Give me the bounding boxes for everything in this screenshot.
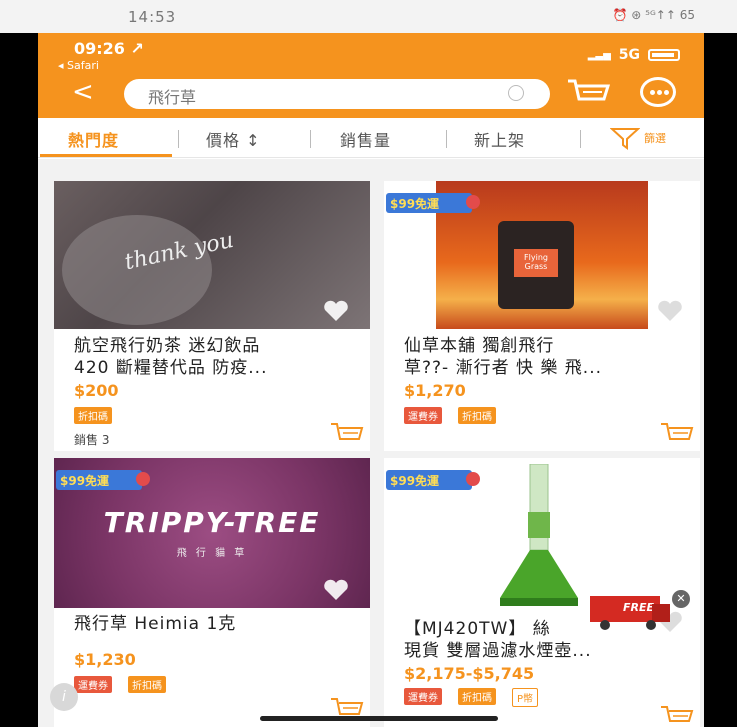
search-input[interactable]: 飛行草 [124, 79, 550, 109]
cart-icon[interactable] [566, 77, 610, 109]
chat-icon[interactable] [640, 77, 676, 107]
network-label: 5G [618, 47, 640, 63]
truck-label: FREE [590, 596, 660, 622]
sold-count: 銷售 3 [74, 433, 110, 447]
product-card[interactable]: Flying Grass $99免運 仙草本舖 獨創飛行 草??- 漸行者 快 … [384, 181, 700, 451]
tab-new[interactable]: 新上架 [474, 127, 525, 151]
battery-icon [648, 49, 680, 61]
tab-divider [580, 130, 581, 148]
product-title-line2: 420 斷糧替代品 防疫... [74, 358, 268, 378]
filter-button[interactable]: 篩選 [610, 126, 666, 150]
truck-cab [652, 604, 670, 622]
product-bag: Flying Grass [498, 221, 574, 309]
add-to-cart-icon[interactable] [330, 421, 364, 445]
product-title: 飛行草 Heimia 1克 [74, 614, 237, 634]
tab-divider [178, 130, 179, 148]
funnel-icon [610, 128, 640, 150]
product-price: $200 [74, 381, 119, 400]
coupon-tag: 折扣碼 [74, 407, 112, 424]
product-card[interactable]: TRIPPY-TREE 飛 行 貓 草 $99免運 飛行草 Heimia 1克 … [54, 458, 370, 727]
add-to-cart-icon[interactable] [660, 421, 694, 445]
device-time: 14:53 [128, 8, 177, 26]
close-icon[interactable]: ✕ [672, 590, 690, 608]
shipping-coupon-tag: 運費券 [404, 688, 442, 705]
tab-price[interactable]: 價格 ↕ [206, 127, 261, 151]
tab-divider [446, 130, 447, 148]
filter-label: 篩選 [644, 132, 666, 145]
search-value: 飛行草 [148, 88, 197, 107]
back-to-safari[interactable]: ◂ Safari [58, 59, 99, 72]
image-brand: TRIPPY-TREE [103, 506, 321, 539]
inner-time: 09:26 ↗ [74, 39, 144, 58]
shipping-coupon-tag: 運費券 [74, 676, 112, 693]
info-icon[interactable]: i [50, 683, 78, 711]
heart-icon[interactable] [656, 299, 684, 323]
product-price: $2,175-$5,745 [404, 664, 535, 683]
free-shipping-badge: $99免運 [56, 470, 150, 490]
free-delivery-truck-icon: FREE [590, 596, 674, 636]
free-shipping-badge: $99免運 [386, 193, 480, 213]
tab-popular[interactable]: 熱門度 [68, 127, 119, 151]
phone-screen: 09:26 ↗ ◂ Safari ▂▃▅ 5G < 飛行草 熱門度 價格 ↕ 銷… [38, 33, 704, 727]
product-price: $1,230 [74, 650, 136, 669]
product-card[interactable]: ✕ $99免運 FREE 【MJ420TW】 絲 現貨 雙層過濾水煙壺... $… [384, 458, 700, 727]
add-to-cart-icon[interactable] [660, 704, 694, 726]
product-title-line1: 仙草本舖 獨創飛行 [404, 336, 555, 356]
product-title-line2: 現貨 雙層過濾水煙壺... [404, 641, 592, 661]
image-subtitle: 飛 行 貓 草 [176, 548, 248, 559]
coupon-tag: 折扣碼 [458, 688, 496, 705]
free-shipping-badge: $99免運 [386, 470, 480, 490]
heart-icon[interactable] [322, 299, 350, 323]
points-tag: P幣 [512, 688, 539, 707]
product-title-line1: 【MJ420TW】 絲 [404, 619, 551, 639]
tab-sales[interactable]: 銷售量 [340, 127, 391, 151]
device-status-bar: 14:53 ⏰ ⊛ ⁵ᴳ↑↑ 65 [0, 0, 737, 33]
product-price: $1,270 [404, 381, 466, 400]
product-title-line2: 草??- 漸行者 快 樂 飛... [404, 358, 603, 378]
product-title-line1: 航空飛行奶茶 迷幻飲品 [74, 336, 261, 356]
bag-label: Flying Grass [514, 249, 558, 277]
product-photo [500, 464, 578, 606]
tab-divider [310, 130, 311, 148]
back-arrow-icon[interactable]: < [72, 79, 94, 105]
device-status-icons: ⏰ ⊛ ⁵ᴳ↑↑ 65 [612, 8, 695, 22]
sort-tabs: 熱門度 價格 ↕ 銷售量 新上架 篩選 [38, 118, 704, 158]
search-icon[interactable] [508, 85, 524, 101]
truck-wheel [600, 620, 610, 630]
shipping-coupon-tag: 運費券 [404, 407, 442, 424]
product-image: thank you [54, 181, 370, 329]
heart-icon[interactable] [322, 578, 350, 602]
inner-status-icons: ▂▃▅ 5G [588, 47, 680, 63]
home-indicator[interactable] [260, 716, 498, 721]
coupon-tag: 折扣碼 [128, 676, 166, 693]
signal-icon: ▂▃▅ [587, 49, 611, 61]
truck-wheel [646, 620, 656, 630]
app-header: 09:26 ↗ ◂ Safari ▂▃▅ 5G < 飛行草 [38, 33, 704, 118]
product-card[interactable]: thank you 航空飛行奶茶 迷幻飲品 420 斷糧替代品 防疫... $2… [54, 181, 370, 451]
active-tab-underline [40, 154, 172, 157]
coupon-tag: 折扣碼 [458, 407, 496, 424]
